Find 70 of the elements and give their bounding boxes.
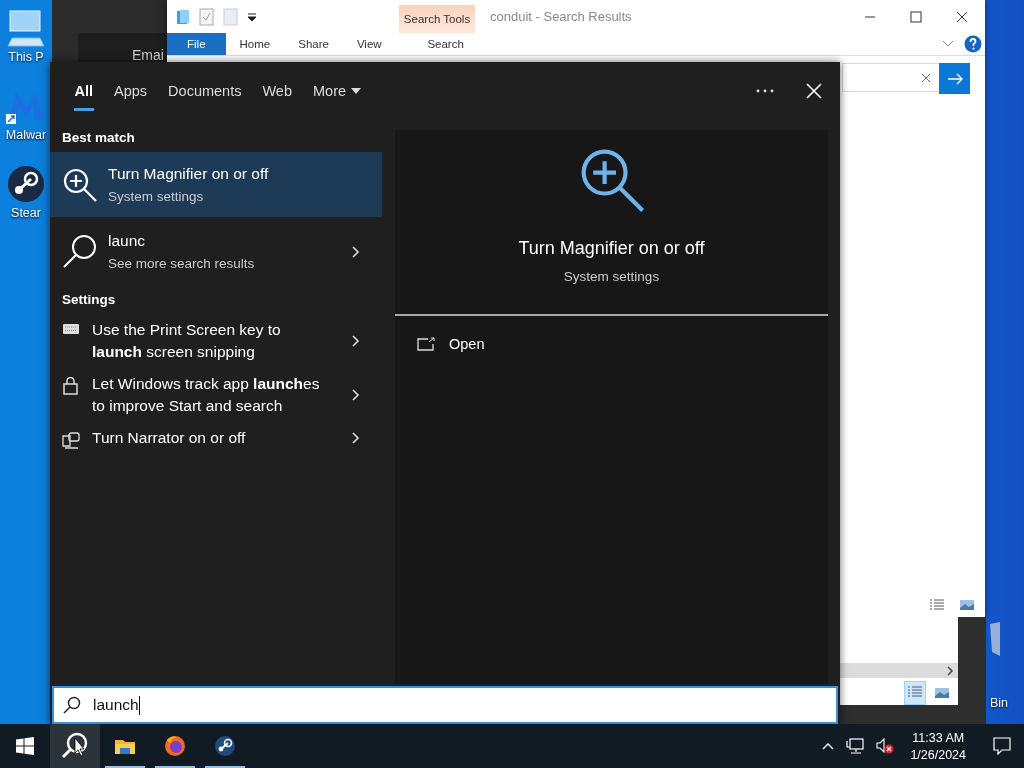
ellipsis-icon: [756, 89, 774, 93]
chevron-right-icon: [352, 388, 360, 401]
chevron-right-icon: [352, 334, 360, 347]
clock-date[interactable]: 1/26/2024: [910, 747, 966, 762]
filter-tab[interactable]: Web: [251, 62, 303, 120]
chevron-right-icon[interactable]: [946, 665, 954, 676]
scroll-bar[interactable]: [840, 663, 958, 678]
preview-title: Turn Magnifier on or off: [518, 238, 705, 259]
monitor-icon: [62, 431, 80, 449]
context-tab-label: Search Tools: [399, 5, 475, 33]
message-icon: [993, 737, 1011, 755]
section-heading: Best match: [61, 129, 136, 147]
customize-icon[interactable]: [247, 11, 257, 22]
result-item[interactable]: Let Windows track app launches to improve Start and search: [50, 368, 382, 422]
ribbon-tab[interactable]: View: [342, 33, 396, 55]
folder-icon[interactable]: [175, 8, 191, 25]
large-icons-view-icon[interactable]: [959, 599, 975, 611]
desktop-icon-label[interactable]: Bin: [990, 696, 1009, 710]
close-icon[interactable]: [956, 10, 968, 23]
browser-icon: [163, 734, 187, 758]
game-icon: [213, 734, 237, 758]
volume-muted-icon[interactable]: [876, 738, 895, 754]
chevron-right-icon: [352, 432, 360, 444]
search-icon: [60, 731, 90, 761]
desktop-icon-label[interactable]: Stear: [11, 206, 41, 220]
chevron-up-icon[interactable]: [822, 742, 835, 750]
ribbon-tab[interactable]: Home: [225, 33, 285, 55]
game-icon[interactable]: [6, 164, 46, 204]
preview-subtitle: System settings: [563, 269, 660, 284]
result-item[interactable]: Use the Print Screen key to launch screen snipping: [50, 314, 382, 368]
open-action[interactable]: Open: [395, 316, 485, 352]
help-icon[interactable]: [964, 35, 982, 53]
search-field[interactable]: launch: [52, 686, 838, 724]
caret-down-icon: [351, 88, 362, 94]
computer-icon[interactable]: [6, 8, 46, 48]
filter-tab[interactable]: More: [302, 62, 372, 120]
filter-tab[interactable]: All: [64, 62, 104, 120]
result-item[interactable]: Turn Narrator on or off: [50, 422, 382, 455]
window-title: conduit - Search Results: [490, 9, 632, 24]
clock-time[interactable]: 11:33 AM: [912, 730, 965, 745]
filter-tab[interactable]: Apps: [103, 62, 158, 120]
magnifier-icon: [62, 166, 98, 203]
windows-icon: [16, 737, 34, 755]
lock-icon: [62, 377, 80, 395]
ribbon-tab[interactable]: File: [167, 33, 226, 55]
search-icon: [62, 233, 98, 270]
search-icon: [63, 696, 81, 714]
bin-icon[interactable]: [990, 622, 1000, 656]
filter-tab[interactable]: Documents: [157, 62, 252, 120]
desktop-icon-label[interactable]: Malwar: [5, 128, 47, 142]
keyboard-icon: [62, 323, 80, 335]
close-icon: [806, 83, 822, 99]
arrow-right-icon: [946, 72, 963, 85]
maximize-icon[interactable]: [910, 10, 922, 23]
chevron-down-icon[interactable]: [942, 40, 954, 48]
details-view-icon: [907, 686, 923, 698]
large-icons-view-icon[interactable]: [934, 687, 950, 699]
clear-icon[interactable]: [921, 72, 931, 83]
network-icon[interactable]: [846, 738, 865, 754]
desktop-icon-label[interactable]: This P: [8, 50, 44, 64]
result-item[interactable]: launc See more search results: [50, 219, 382, 284]
window-text: Emai: [132, 47, 164, 63]
section-heading: Settings: [61, 291, 117, 309]
chevron-right-icon: [352, 245, 360, 258]
search-go-button[interactable]: [939, 63, 970, 94]
result-item[interactable]: Turn Magnifier on or off System settings: [50, 152, 382, 217]
search-button[interactable]: [50, 724, 100, 768]
ribbon-tab[interactable]: Share: [284, 33, 343, 55]
open-window-icon: [417, 337, 435, 351]
ribbon-tab[interactable]: Search: [407, 33, 484, 55]
